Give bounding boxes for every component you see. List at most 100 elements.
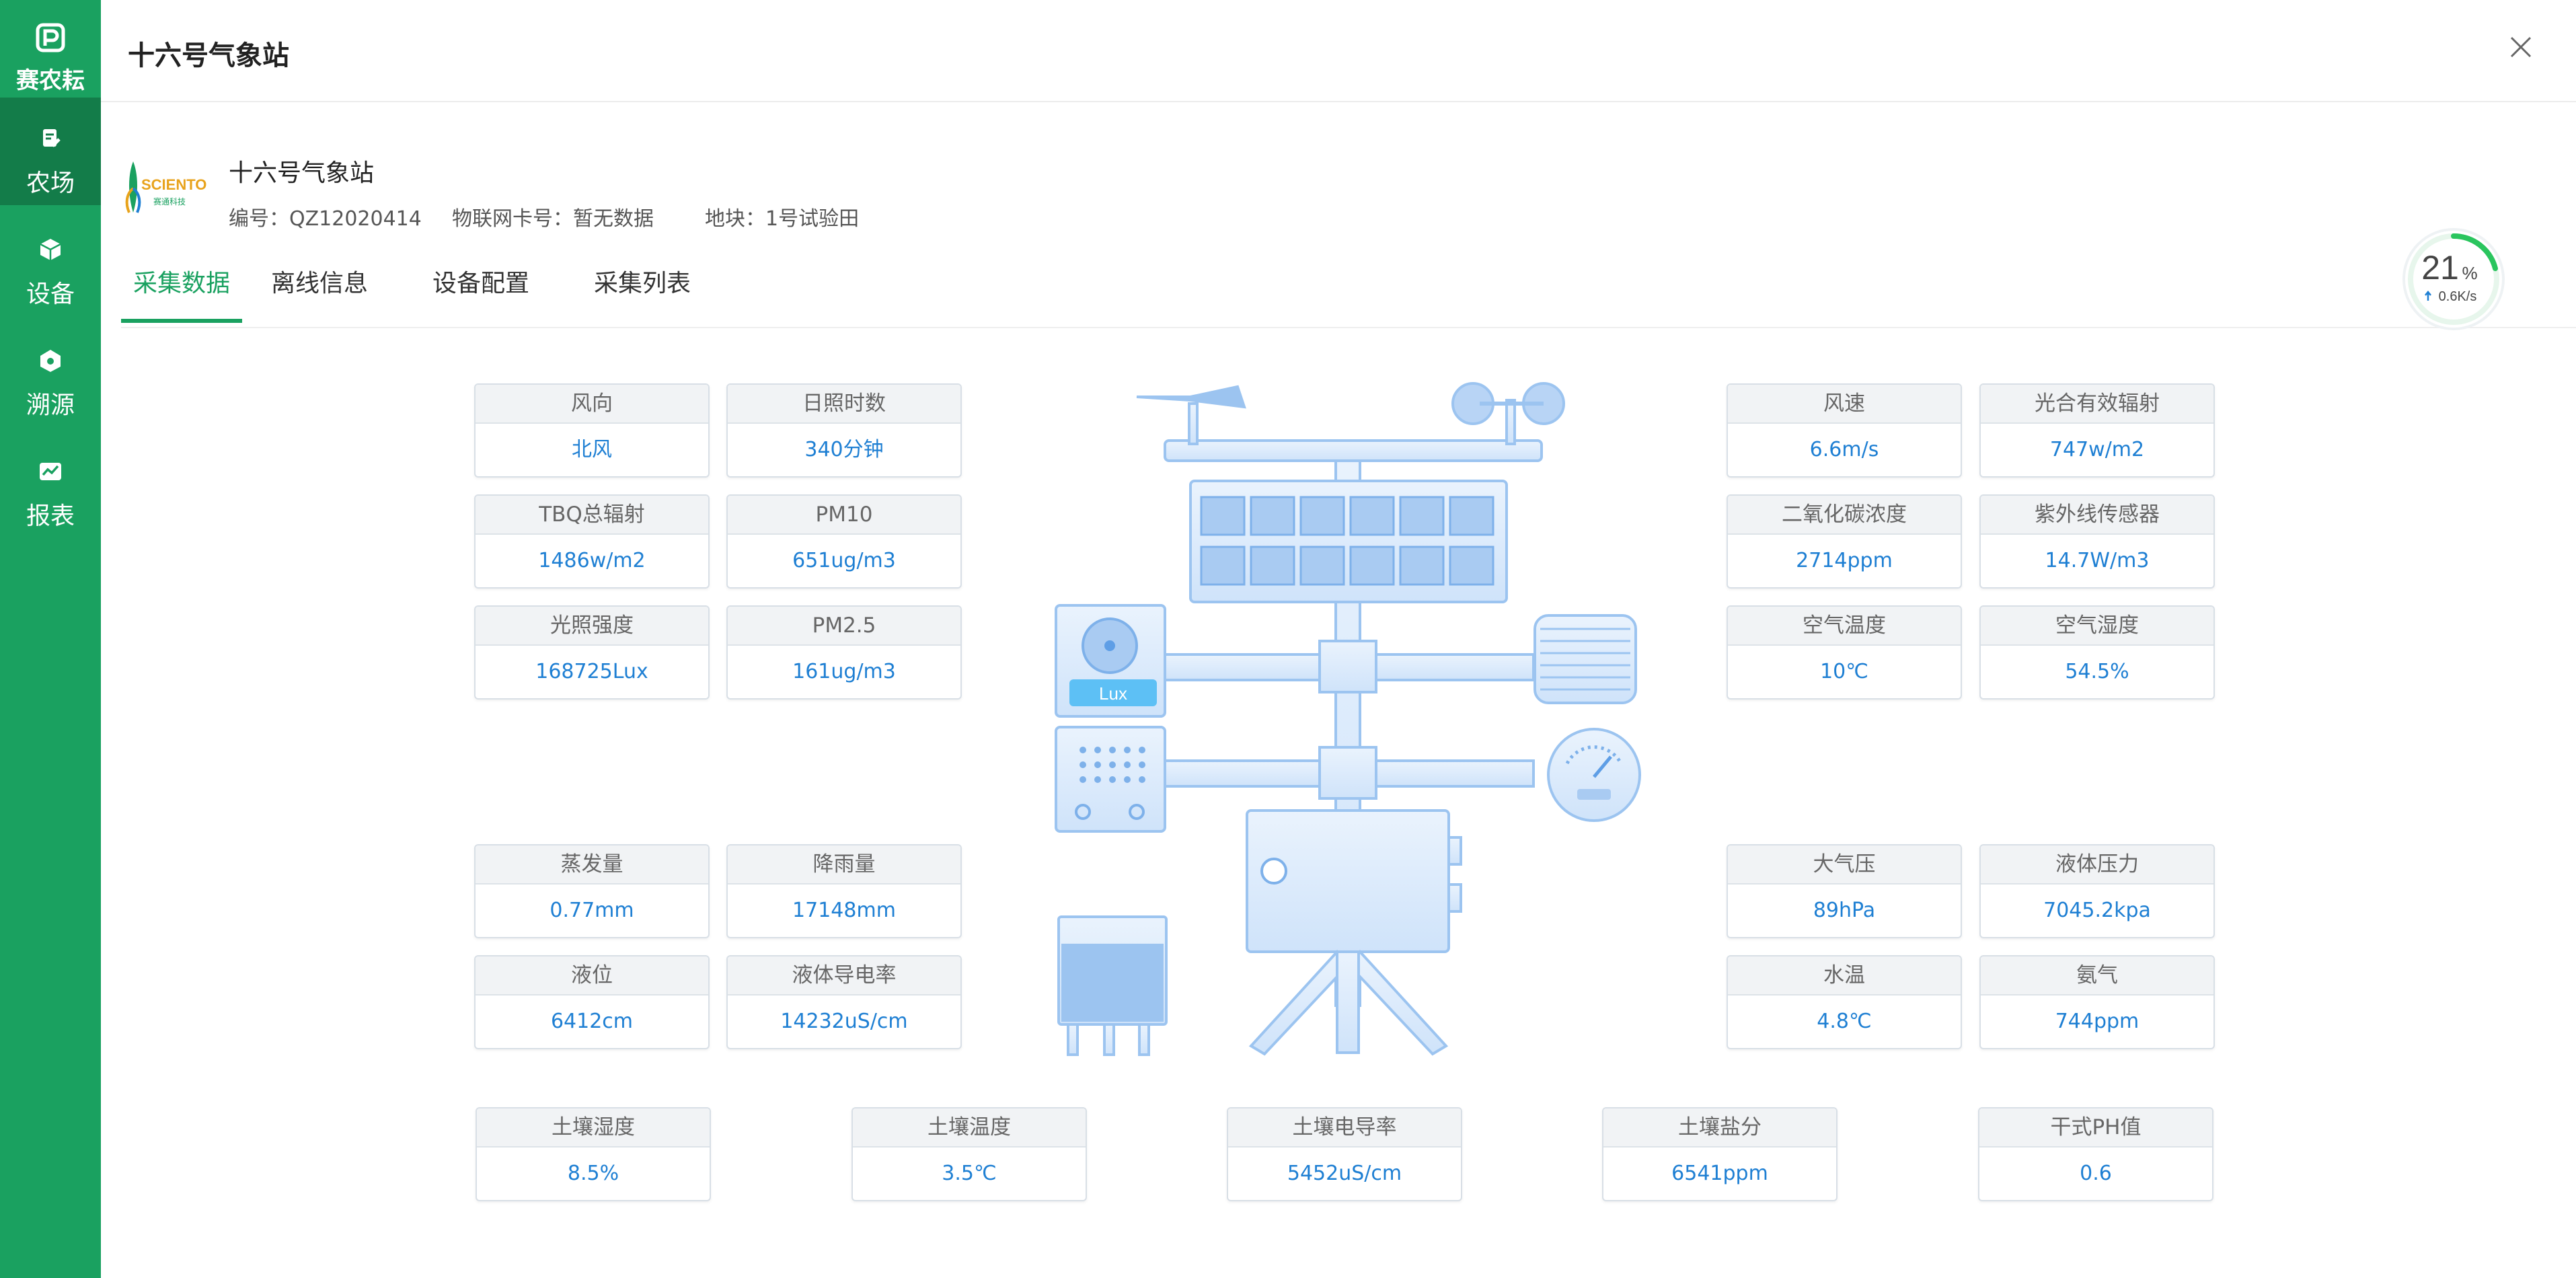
gauge-value: 21 (2421, 249, 2459, 287)
card-value: 8.5% (567, 1162, 619, 1185)
tab-divider (121, 327, 2576, 328)
card-label: 液体导电率 (728, 956, 960, 995)
sensor-card: 氨气 744ppm (1979, 955, 2215, 1049)
sensor-card: 二氧化碳浓度 2714ppm (1727, 494, 1962, 589)
card-value: 10℃ (1820, 660, 1868, 683)
sensor-card: 空气湿度 54.5% (1979, 605, 2215, 700)
sidebar-item-label: 溯源 (26, 391, 75, 419)
card-label: 土壤湿度 (477, 1108, 710, 1148)
device-cube-icon (40, 239, 61, 260)
plot-name: 地块：1号试验田 (705, 207, 860, 231)
sensor-card: TBQ总辐射 1486w/m2 (474, 494, 710, 589)
sidebar-item-label: 设备 (26, 280, 75, 308)
soil-sensor-card: 干式PH值 0.6 (1978, 1107, 2213, 1201)
sensor-card: 风速 6.6m/s (1727, 383, 1962, 478)
card-value: 14232uS/cm (780, 1010, 908, 1033)
sidebar-item-device[interactable]: 设备 (0, 209, 101, 316)
card-label: 液位 (476, 956, 708, 995)
sidebar-item-label: 报表 (26, 502, 75, 530)
gauge-speed: 0.6K/s (2439, 289, 2477, 304)
iot-card-number: 物联网卡号：暂无数据 (452, 207, 654, 231)
sensor-card: 风向 北风 (474, 383, 710, 478)
card-value: 6.6m/s (1809, 438, 1879, 461)
device-code: 编号：QZ12020414 (229, 207, 422, 231)
sensor-card: 液体压力 7045.2kpa (1979, 844, 2215, 938)
card-value: 168725Lux (535, 660, 648, 683)
farm-icon (43, 129, 61, 147)
soil-sensor-card: 土壤温度 3.5℃ (851, 1107, 1087, 1201)
brand[interactable]: 赛农耘 (0, 0, 101, 98)
sensor-card: 光照强度 168725Lux (474, 605, 710, 700)
sciento-logo: SCIENTO 赛通科技 (125, 161, 206, 213)
card-value: 4.8℃ (1817, 1010, 1872, 1033)
card-label: 二氧化碳浓度 (1728, 496, 1961, 535)
sidebar-item-label: 农场 (26, 170, 75, 197)
card-label: 空气温度 (1728, 607, 1961, 646)
card-label: PM10 (728, 496, 960, 535)
weather-station-illustration: Lux (1055, 382, 1641, 1056)
sidebar-item-report[interactable]: 报表 (0, 430, 101, 538)
card-label: 紫外线传感器 (1981, 496, 2213, 535)
card-value: 3.5℃ (942, 1162, 997, 1185)
card-value: 161ug/m3 (792, 660, 896, 683)
sensor-card: 水温 4.8℃ (1727, 955, 1962, 1049)
card-value: 89hPa (1813, 899, 1876, 922)
svg-text:赛通科技: 赛通科技 (153, 196, 186, 206)
card-label: TBQ总辐射 (476, 496, 708, 535)
sidebar: 赛农耘 农场 设备 溯源 报表 (0, 0, 101, 1278)
card-label: 风向 (476, 385, 708, 424)
close-icon[interactable] (2506, 32, 2536, 62)
sensor-card: 日照时数 340分钟 (726, 383, 962, 478)
card-value: 0.6 (2080, 1162, 2112, 1185)
report-icon (40, 463, 61, 480)
card-label: 大气压 (1728, 845, 1961, 885)
tab-collect-list[interactable]: 采集列表 (592, 264, 693, 323)
trace-icon (40, 350, 61, 372)
device-info: SCIENTO 赛通科技 十六号气象站 编号：QZ12020414 物联网卡号：… (101, 102, 2576, 331)
card-value: 5452uS/cm (1287, 1162, 1402, 1185)
sensor-card: PM10 651ug/m3 (726, 494, 962, 589)
card-label: 日照时数 (728, 385, 960, 424)
soil-sensor-card: 土壤湿度 8.5% (476, 1107, 711, 1201)
brand-name: 赛农耘 (16, 67, 85, 94)
brand-logo-icon (36, 23, 65, 52)
card-value: 340分钟 (804, 438, 884, 461)
card-value: 14.7W/m3 (2045, 549, 2150, 572)
soil-sensor-card: 土壤盐分 6541ppm (1602, 1107, 1838, 1201)
soil-sensor-card: 土壤电导率 5452uS/cm (1227, 1107, 1462, 1201)
sensor-card: 液体导电率 14232uS/cm (726, 955, 962, 1049)
card-value: 1486w/m2 (538, 549, 646, 572)
card-label: 液体压力 (1981, 845, 2213, 885)
gauge-unit: % (2462, 263, 2477, 283)
card-value: 17148mm (792, 899, 896, 922)
card-label: 空气湿度 (1981, 607, 2213, 646)
card-label: 降雨量 (728, 845, 960, 885)
card-label: 干式PH值 (1979, 1108, 2212, 1148)
card-label: 风速 (1728, 385, 1961, 424)
sidebar-item-trace[interactable]: 溯源 (0, 320, 101, 427)
tab-device-config[interactable]: 设备配置 (430, 264, 531, 323)
tab-collect-data[interactable]: 采集数据 (121, 264, 242, 323)
card-value: 6541ppm (1671, 1162, 1768, 1185)
page-title: 十六号气象站 (128, 40, 289, 71)
sensor-card: 降雨量 17148mm (726, 844, 962, 938)
card-value: 7045.2kpa (2043, 899, 2151, 922)
card-value: 2714ppm (1796, 549, 1893, 572)
card-label: 土壤温度 (853, 1108, 1086, 1148)
sensor-card: 大气压 89hPa (1727, 844, 1962, 938)
sensor-card: 蒸发量 0.77mm (474, 844, 710, 938)
sidebar-item-farm[interactable]: 农场 (0, 98, 101, 205)
card-label: 氨气 (1981, 956, 2213, 995)
card-value: 747w/m2 (2049, 438, 2145, 461)
card-value: 651ug/m3 (792, 549, 896, 572)
sensor-card: 光合有效辐射 747w/m2 (1979, 383, 2215, 478)
card-value: 54.5% (2065, 660, 2129, 683)
sensor-card: 空气温度 10℃ (1727, 605, 1962, 700)
card-value: 0.77mm (550, 899, 634, 922)
sensor-card: PM2.5 161ug/m3 (726, 605, 962, 700)
header: 十六号气象站 (101, 0, 2576, 102)
tab-offline-info[interactable]: 离线信息 (269, 264, 370, 323)
sensor-card: 液位 6412cm (474, 955, 710, 1049)
card-value: 744ppm (2055, 1010, 2139, 1033)
sensor-card: 紫外线传感器 14.7W/m3 (1979, 494, 2215, 589)
